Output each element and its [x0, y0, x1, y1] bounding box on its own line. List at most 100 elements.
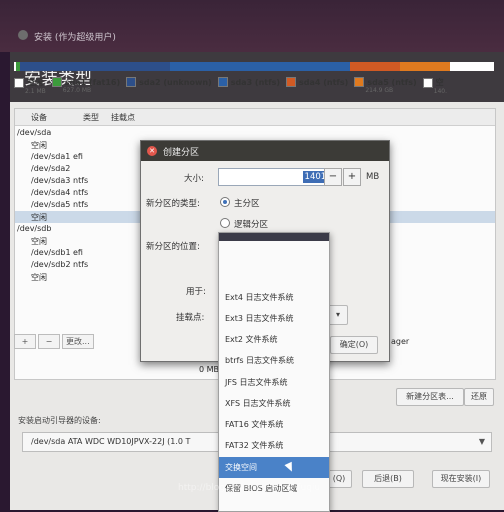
size-fragment-text: 0 MB — [199, 365, 220, 374]
location-label: 新分区的位置: — [146, 242, 200, 252]
partition-bar-sda2 — [20, 62, 170, 71]
legend-size: 140. — [433, 88, 447, 95]
legend-label: 空闲 — [27, 78, 43, 87]
size-unit: MB — [366, 172, 380, 182]
row-device: /dev/sda — [17, 128, 52, 137]
partition-bar-free-end — [450, 62, 494, 71]
menu-item-label: JFS 日志文件系统 — [225, 378, 288, 387]
legend-swatch — [126, 77, 137, 87]
chevron-down-icon: ▾ — [335, 310, 340, 319]
menu-item-xfs[interactable]: XFS 日志文件系统 — [219, 393, 329, 414]
menu-item-ext2[interactable]: Ext2 文件系统 — [219, 329, 329, 350]
revert-button[interactable]: 还原 — [464, 388, 494, 406]
menu-item-label: Ext2 文件系统 — [225, 335, 278, 344]
new-partition-table-button[interactable]: 新建分区表... — [396, 388, 464, 406]
legend-item: sda1 (fat16) 627.0 MB — [51, 77, 121, 95]
legend-swatch — [14, 77, 24, 88]
dialog-title: 创建分区 — [163, 148, 200, 158]
menu-header — [219, 233, 329, 241]
ok-button[interactable]: 确定(O) — [330, 336, 378, 354]
row-type: efi — [73, 248, 83, 257]
row-device: /dev/sdb1 — [31, 248, 71, 257]
row-device: 空闲 — [31, 237, 47, 246]
menu-item-fat32[interactable]: FAT32 文件系统 — [219, 435, 329, 456]
boot-loader-label: 安装启动引导器的设备: — [18, 416, 101, 425]
legend-item: 空 140. — [422, 77, 447, 95]
column-header-mount[interactable]: 挂载点 — [111, 112, 135, 123]
menu-item-label: FAT16 文件系统 — [225, 420, 284, 429]
window-title: 安装 (作为超级用户) — [34, 33, 116, 43]
mount-point-dropdown[interactable]: ▾ — [328, 305, 348, 325]
row-device: /dev/sda5 — [31, 200, 71, 209]
legend-swatch — [422, 77, 433, 88]
legend-label: sda3 (ntfs) — [230, 77, 280, 87]
row-device: 空闲 — [31, 213, 47, 222]
legend-swatch — [354, 77, 365, 87]
menu-item-label: Ext3 日志文件系统 — [225, 314, 294, 323]
table-header: 设备 类型 挂载点 — [15, 109, 495, 126]
legend-label: sda1 (fat16) — [64, 77, 121, 87]
row-device: /dev/sda2 — [31, 164, 71, 173]
menu-item-label: FAT32 文件系统 — [225, 441, 284, 450]
close-icon[interactable]: ✕ — [147, 146, 157, 156]
menu-item-ext3[interactable]: Ext3 日志文件系统 — [219, 308, 329, 329]
use-as-label: 用于: — [186, 287, 206, 297]
menu-item-label: 交换空间 — [225, 463, 257, 472]
size-increment-button[interactable]: + — [343, 168, 361, 186]
radio-primary[interactable] — [220, 197, 230, 207]
menu-item-btrfs[interactable]: btrfs 日志文件系统 — [219, 350, 329, 371]
row-device: /dev/sdb — [17, 224, 52, 233]
menu-item-label: Ext4 日志文件系统 — [225, 293, 294, 302]
partition-bar-sda5 — [400, 62, 450, 71]
install-now-button[interactable]: 现在安装(I) — [432, 470, 490, 488]
legend-item: sda4 (ntfs) — [286, 77, 348, 95]
column-header-device[interactable]: 设备 — [31, 112, 47, 123]
partition-toolbar: + − 更改... — [14, 334, 96, 349]
partition-bar-sda3 — [170, 62, 350, 71]
menu-item-label: XFS 日志文件系统 — [225, 399, 291, 408]
legend-size: 2.1 MB — [25, 88, 46, 95]
row-type: ntfs — [73, 260, 89, 269]
dialog-titlebar: ✕ 创建分区 — [141, 141, 389, 161]
table-row[interactable]: /dev/sda — [15, 127, 495, 139]
menu-item-ext4[interactable]: Ext4 日志文件系统 — [219, 287, 329, 308]
column-header-type[interactable]: 类型 — [83, 112, 99, 123]
menu-item-jfs[interactable]: JFS 日志文件系统 — [219, 372, 329, 393]
row-type: ntfs — [73, 188, 89, 197]
size-decrement-button[interactable]: − — [324, 168, 342, 186]
boot-loader-value: /dev/sda ATA WDC WD10JPVX-22J (1.0 T — [31, 437, 191, 446]
legend-swatch — [286, 77, 296, 87]
legend-item: 空闲 2.1 MB — [14, 77, 46, 95]
watermark-text: http://blog.csdn.net/feiyanfuqiu — [178, 483, 321, 493]
partition-bar-sda4 — [350, 62, 400, 71]
row-device: 空闲 — [31, 273, 47, 282]
radio-logical[interactable] — [220, 218, 230, 228]
legend-label: sda4 (ntfs) — [299, 77, 349, 87]
chevron-down-icon: ▼ — [478, 437, 485, 446]
row-device: /dev/sda1 — [31, 152, 71, 161]
change-partition-button[interactable]: 更改... — [62, 334, 94, 349]
row-type: ntfs — [73, 200, 89, 209]
back-button[interactable]: 后退(B) — [362, 470, 414, 488]
partition-type-label: 新分区的类型: — [146, 199, 200, 209]
legend-item: sda3 (ntfs) — [217, 77, 280, 95]
row-device: /dev/sda4 — [31, 188, 71, 197]
row-device: /dev/sdb2 — [31, 260, 71, 269]
remove-partition-button[interactable]: − — [38, 334, 60, 349]
radio-primary-label: 主分区 — [234, 199, 260, 209]
partition-legend: 空闲 2.1 MB sda1 (fat16) 627.0 MB sda2 (unkn… — [14, 77, 494, 95]
radio-logical-label: 逻辑分区 — [234, 220, 269, 230]
legend-swatch — [51, 77, 62, 87]
legend-swatch — [217, 77, 228, 87]
window-close-icon[interactable] — [18, 30, 28, 40]
row-device: /dev/sda3 — [31, 176, 71, 185]
legend-item: sda2 (unknown) — [126, 77, 212, 95]
window-titlebar: 安装 (作为超级用户) — [0, 0, 504, 52]
menu-item-swap[interactable]: 交换空间 — [219, 457, 329, 478]
add-partition-button[interactable]: + — [14, 334, 36, 349]
menu-item-fat16[interactable]: FAT16 文件系统 — [219, 414, 329, 435]
legend-item: sda5 (ntfs) 214.9 GB — [354, 77, 417, 95]
menu-item-label: btrfs 日志文件系统 — [225, 356, 295, 365]
legend-label: 空 — [435, 78, 444, 87]
size-label: 大小: — [184, 174, 204, 184]
